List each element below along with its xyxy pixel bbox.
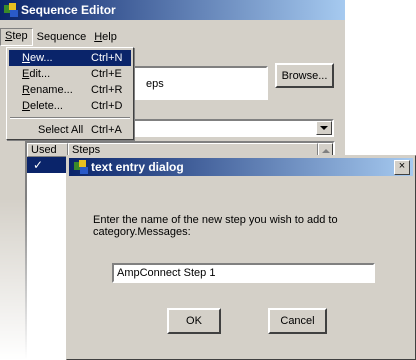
menu-item-rename[interactable]: Rename... Ctrl+R — [9, 82, 131, 98]
close-icon[interactable]: × — [394, 160, 410, 175]
prompt-line-2: category.Messages: — [93, 226, 191, 238]
menu-item-delete[interactable]: Delete... Ctrl+D — [9, 98, 131, 114]
menu-item-new[interactable]: New... Ctrl+N — [9, 50, 131, 66]
dialog-app-icon — [73, 159, 89, 175]
app-icon — [3, 2, 19, 18]
window-title: Sequence Editor — [21, 3, 116, 17]
step-menu: New... Ctrl+N Edit... Ctrl+E Rename... Ctrl… — [6, 47, 134, 140]
menu-separator — [10, 117, 130, 119]
step-name-input[interactable]: AmpConnect Step 1 — [112, 263, 375, 283]
text-entry-dialog: text entry dialog × Enter the name of th… — [66, 155, 416, 360]
ok-button[interactable]: OK — [167, 308, 221, 334]
col-header-used[interactable]: Used — [27, 143, 68, 157]
cancel-button[interactable]: Cancel — [268, 308, 327, 334]
title-bar[interactable]: Sequence Editor — [0, 0, 345, 20]
menu-help[interactable]: Help — [90, 29, 121, 45]
browse-button[interactable]: Browse... — [275, 63, 334, 88]
dialog-prompt: Enter the name of the new step you wish … — [93, 214, 413, 238]
chevron-up-icon — [322, 149, 330, 153]
category-combo[interactable] — [128, 119, 334, 137]
dialog-title: text entry dialog — [91, 160, 184, 174]
menu-item-edit[interactable]: Edit... Ctrl+E — [9, 66, 131, 82]
steps-field-text: eps — [146, 78, 164, 90]
combo-dropdown-button[interactable] — [316, 121, 332, 135]
prompt-line-1: Enter the name of the new step you wish … — [93, 214, 338, 226]
dialog-title-bar[interactable]: text entry dialog × — [69, 158, 413, 176]
menu-item-select-all[interactable]: Select All Ctrl+A — [9, 122, 131, 138]
menu-step[interactable]: Step — [0, 27, 33, 46]
menu-bar: Step Sequence Help — [0, 27, 345, 46]
chevron-down-icon — [320, 126, 328, 130]
menu-sequence[interactable]: Sequence — [33, 29, 91, 45]
used-check-icon: ✓ — [33, 158, 44, 172]
step-name-value: AmpConnect Step 1 — [117, 267, 216, 279]
